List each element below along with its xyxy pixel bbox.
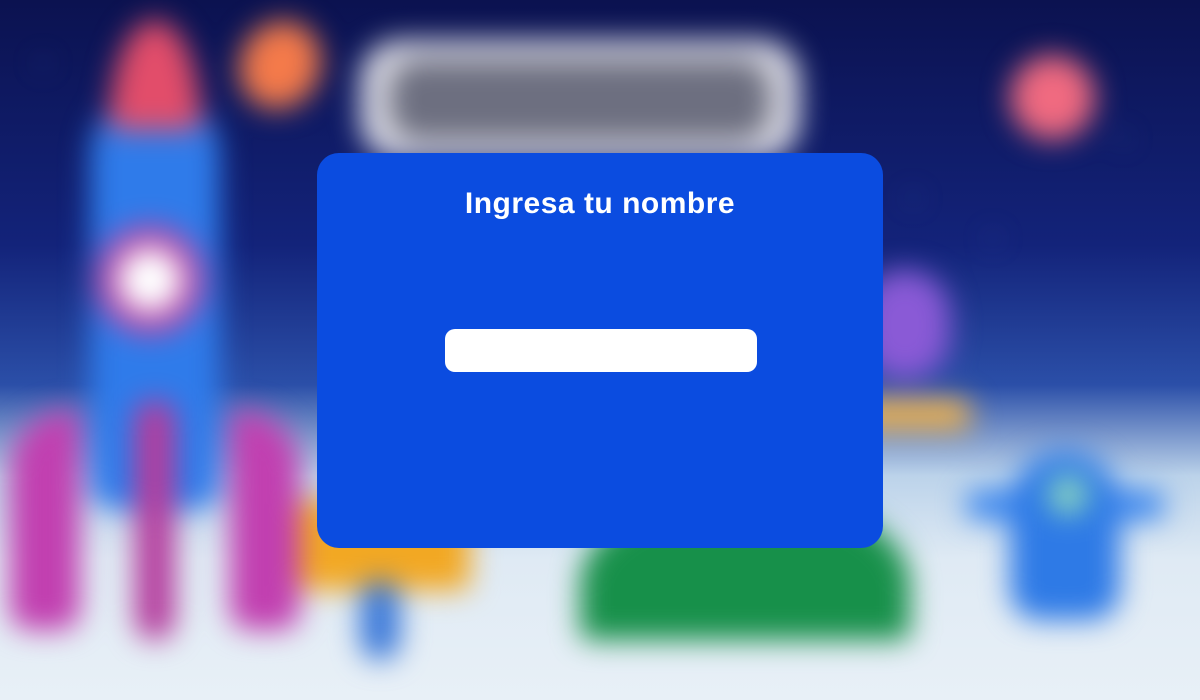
rocket-fin-center-illustration	[135, 400, 175, 640]
star-decoration	[40, 60, 46, 66]
name-entry-dialog: Ingresa tu nombre	[317, 153, 883, 548]
rocket-fin-right-illustration	[230, 410, 300, 630]
star-decoration	[990, 235, 996, 241]
orange-planet-illustration	[224, 7, 336, 123]
dialog-title: Ingresa tu nombre	[464, 187, 736, 220]
pink-planet-illustration	[1010, 55, 1095, 140]
rocket-fin-left-illustration	[10, 410, 80, 630]
star-decoration	[1120, 135, 1126, 141]
alien-eye-illustration	[1048, 475, 1088, 515]
name-input[interactable]	[445, 329, 757, 372]
star-decoration	[910, 195, 916, 201]
small-blue-figure-illustration	[360, 580, 400, 660]
rocket-nose-illustration	[110, 20, 200, 130]
game-logo-text-blurred	[390, 60, 770, 140]
rocket-window-illustration	[118, 248, 182, 312]
game-screen: Ingresa tu nombre	[0, 0, 1200, 700]
